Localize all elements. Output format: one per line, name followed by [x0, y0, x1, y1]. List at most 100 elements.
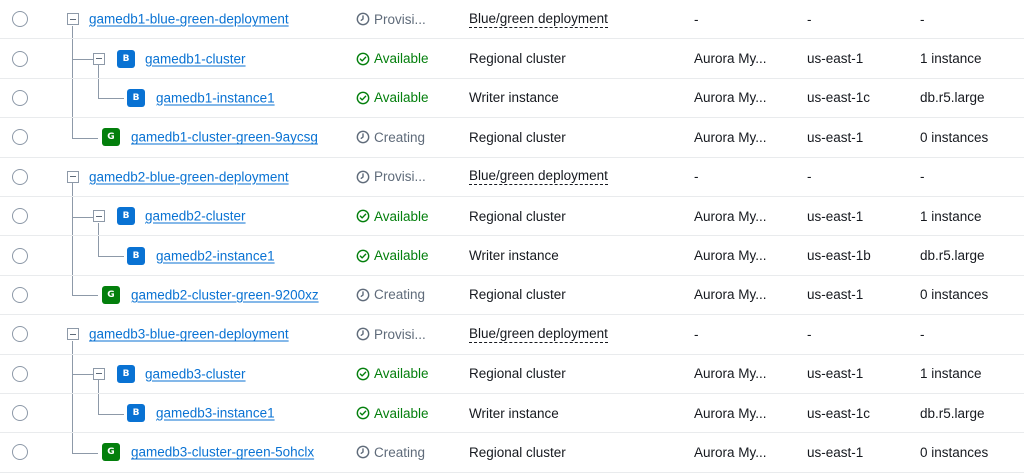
table-row[interactable]: gamedb3-blue-green-deployment Provisi... B…	[0, 315, 1024, 355]
size-cell: 1 instance	[920, 208, 982, 224]
row-select-radio[interactable]	[12, 247, 28, 264]
status-cell: Available	[356, 355, 456, 393]
role-text: Writer instance	[469, 405, 559, 421]
table-row[interactable]: Bgamedb2-cluster Available Regional cluste…	[0, 196, 1024, 237]
status-text: Available	[374, 208, 429, 224]
identifier-link[interactable]: gamedb3-instance1	[156, 406, 275, 421]
status-text: Creating	[374, 287, 426, 303]
tree-line	[72, 25, 73, 39]
table-row[interactable]: Ggamedb2-cluster-green-9200xz Creating Reg…	[0, 275, 1024, 316]
clock-icon	[356, 327, 370, 341]
row-select-radio[interactable]	[12, 50, 28, 67]
identifier-link[interactable]: gamedb2-cluster	[145, 209, 246, 224]
table-row[interactable]: Ggamedb1-cluster-green-9aycsg Creating Reg…	[0, 118, 1024, 158]
identifier-link[interactable]: gamedb3-cluster	[145, 366, 246, 381]
table-row[interactable]: Bgamedb1-cluster Available Regional cluste…	[0, 39, 1024, 79]
size-cell: -	[920, 11, 925, 27]
status-text: Creating	[374, 444, 426, 460]
tree-line	[98, 393, 99, 414]
tree-line	[72, 452, 98, 454]
role-cell[interactable]: Blue/green deployment	[469, 158, 608, 196]
role-text: Regional cluster	[469, 444, 566, 460]
identifier-link[interactable]: gamedb3-blue-green-deployment	[89, 327, 289, 342]
role-cell: Regional cluster	[469, 355, 566, 393]
identifier-link[interactable]: gamedb3-cluster-green-5ohclx	[131, 445, 314, 460]
engine-cell: Aurora My...	[694, 405, 767, 421]
green-badge: G	[102, 128, 120, 147]
engine-cell: Aurora My...	[694, 90, 767, 106]
role-cell[interactable]: Blue/green deployment	[469, 315, 608, 353]
identifier-link[interactable]: gamedb1-instance1	[156, 90, 275, 105]
collapse-square-icon[interactable]	[67, 13, 79, 26]
engine-cell: Aurora My...	[694, 248, 767, 264]
engine-cell: -	[694, 169, 699, 185]
table-row[interactable]: Bgamedb1-instance1 Available Writer instan…	[0, 78, 1024, 119]
row-select-radio[interactable]	[12, 405, 28, 422]
status-cell: Provisi...	[356, 315, 456, 353]
identifier-link[interactable]: gamedb1-cluster-green-9aycsg	[131, 130, 318, 145]
tree-line	[72, 183, 73, 196]
collapse-square-icon[interactable]	[67, 328, 79, 341]
region-cell: us-east-1c	[807, 90, 871, 106]
collapse-square-icon[interactable]	[93, 367, 105, 380]
status-cell: Available	[356, 394, 456, 432]
status-text: Creating	[374, 129, 426, 145]
identifier-link[interactable]: gamedb2-instance1	[156, 248, 275, 263]
identifier-link[interactable]: gamedb1-cluster	[145, 51, 246, 66]
engine-cell: -	[694, 326, 699, 342]
role-text: Regional cluster	[469, 287, 566, 303]
row-select-radio[interactable]	[12, 326, 28, 343]
tree-line	[72, 137, 98, 139]
engine-cell: Aurora My...	[694, 208, 767, 224]
identifier-link[interactable]: gamedb1-blue-green-deployment	[89, 12, 289, 27]
row-select-radio[interactable]	[12, 89, 28, 106]
collapse-square-icon[interactable]	[67, 170, 79, 183]
table-row[interactable]: Bgamedb3-instance1 Available Writer instan…	[0, 393, 1024, 434]
status-cell: Provisi...	[356, 158, 456, 196]
tree-line	[72, 295, 98, 297]
role-text: Blue/green deployment	[469, 10, 608, 28]
size-cell: 1 instance	[920, 51, 982, 67]
role-cell: Writer instance	[469, 394, 559, 432]
table-row[interactable]: Bgamedb2-instance1 Available Writer instan…	[0, 236, 1024, 276]
size-cell: db.r5.large	[920, 90, 985, 106]
identifier-link[interactable]: gamedb2-blue-green-deployment	[89, 169, 289, 184]
collapse-square-icon[interactable]	[93, 52, 105, 65]
collapse-square-icon[interactable]	[93, 210, 105, 223]
table-row[interactable]: gamedb1-blue-green-deployment Provisi... B…	[0, 0, 1024, 40]
row-select-radio[interactable]	[12, 168, 28, 185]
check-circle-icon	[356, 209, 370, 223]
engine-cell: Aurora My...	[694, 366, 767, 382]
tree-line	[98, 222, 99, 236]
status-cell: Creating	[356, 276, 456, 314]
row-select-radio[interactable]	[12, 365, 28, 382]
role-text: Regional cluster	[469, 366, 566, 382]
row-select-radio[interactable]	[12, 11, 28, 28]
size-cell: 0 instances	[920, 287, 989, 303]
row-select-radio[interactable]	[12, 444, 28, 461]
status-cell: Creating	[356, 118, 456, 156]
blue-badge: B	[127, 246, 145, 265]
tree-line	[72, 374, 93, 376]
identifier-link[interactable]: gamedb2-cluster-green-9200xz	[131, 287, 319, 302]
region-cell: us-east-1	[807, 366, 864, 382]
row-select-radio[interactable]	[12, 129, 28, 146]
role-text: Regional cluster	[469, 129, 566, 145]
check-circle-icon	[356, 406, 370, 420]
role-text: Blue/green deployment	[469, 325, 608, 343]
table-row[interactable]: gamedb2-blue-green-deployment Provisi... B…	[0, 157, 1024, 197]
tree-line	[72, 433, 73, 453]
table-row[interactable]: Ggamedb3-cluster-green-5ohclx Creating Reg…	[0, 433, 1024, 473]
row-select-radio[interactable]	[12, 208, 28, 225]
status-text: Provisi...	[374, 11, 426, 27]
role-cell[interactable]: Blue/green deployment	[469, 0, 608, 38]
tree-line	[98, 98, 124, 100]
status-text: Available	[374, 51, 429, 67]
row-select-radio[interactable]	[12, 286, 28, 303]
tree-line	[98, 78, 99, 99]
status-cell: Available	[356, 197, 456, 235]
table-row[interactable]: Bgamedb3-cluster Available Regional cluste…	[0, 354, 1024, 394]
role-text: Blue/green deployment	[469, 168, 608, 186]
blue-badge: B	[127, 404, 145, 423]
region-cell: -	[807, 11, 812, 27]
